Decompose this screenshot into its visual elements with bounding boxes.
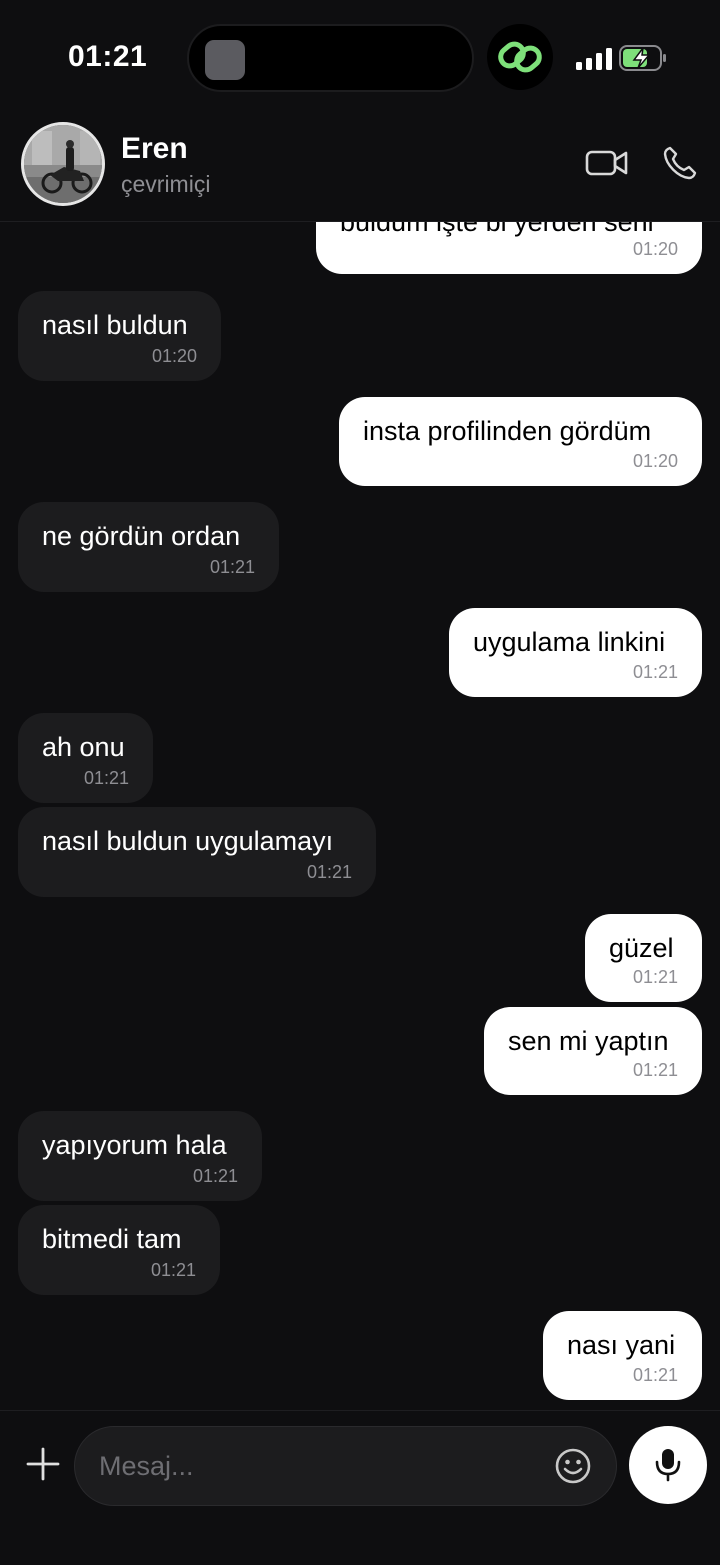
message-time: 01:21 [150,1260,196,1280]
dynamic-island [187,24,474,92]
message-time: 01:20 [632,451,678,471]
message-bubble-outgoing[interactable]: insta profilinden gördüm 01:20 [339,397,702,486]
message-bubble-incoming[interactable]: nasıl buldun 01:20 [18,291,221,381]
video-camera-icon[interactable] [585,148,629,178]
message-time: 01:20 [151,346,197,366]
microphone-button[interactable] [629,1426,707,1504]
message-time: 01:21 [632,1365,678,1385]
plus-icon[interactable] [24,1445,62,1483]
message-list[interactable]: buldum işte bi yerden seni 01:20 nasıl b… [0,222,720,1410]
message-time: 01:20 [632,239,678,259]
message-bubble-outgoing[interactable]: uygulama linkini 01:21 [449,608,702,697]
message-field[interactable] [74,1426,617,1506]
battery-charging-icon [619,45,666,71]
chat-header: Eren çevrimiçi [0,110,720,222]
live-activity-app-icon [205,40,245,80]
message-bubble-incoming[interactable]: nasıl buldun uygulamayı 01:21 [18,807,376,897]
message-text: nası yani [567,1330,676,1360]
message-text: yapıyorum hala [42,1130,227,1160]
composer-bar [0,1410,720,1565]
message-bubble-outgoing[interactable]: güzel 01:21 [585,914,702,1002]
link-activity-icon [487,24,553,90]
message-bubble-incoming[interactable]: ah onu 01:21 [18,713,153,803]
message-time: 01:21 [632,662,678,682]
status-time: 01:21 [68,40,148,73]
status-bar: 01:21 [0,0,720,110]
contact-avatar[interactable] [21,122,105,206]
message-text: buldum işte bi yerden seni [340,222,654,237]
microphone-icon [655,1449,681,1482]
message-text: nasıl buldun [42,310,188,340]
message-time: 01:21 [632,967,678,987]
message-time: 01:21 [632,1060,678,1080]
message-bubble-incoming[interactable]: yapıyorum hala 01:21 [18,1111,262,1201]
phone-icon[interactable] [662,145,698,181]
message-text: insta profilinden gördüm [363,416,652,446]
contact-status: çevrimiçi [121,171,211,197]
message-bubble-incoming[interactable]: bitmedi tam 01:21 [18,1205,220,1295]
cellular-signal-icon [576,48,612,70]
contact-name[interactable]: Eren [121,132,188,166]
message-text: sen mi yaptın [508,1026,669,1056]
message-bubble-outgoing[interactable]: buldum işte bi yerden seni 01:20 [316,222,702,274]
message-bubble-outgoing[interactable]: nası yani 01:21 [543,1311,702,1400]
message-time: 01:21 [306,862,352,882]
message-text: güzel [609,933,674,963]
message-bubble-incoming[interactable]: ne gördün ordan 01:21 [18,502,279,592]
message-time: 01:21 [209,557,255,577]
smiley-icon[interactable] [554,1447,592,1485]
message-text: nasıl buldun uygulamayı [42,826,334,856]
message-bubble-outgoing[interactable]: sen mi yaptın 01:21 [484,1007,702,1095]
message-text: ah onu [42,732,125,762]
message-text: bitmedi tam [42,1224,182,1254]
message-text: uygulama linkini [473,627,666,657]
message-time: 01:21 [83,768,129,788]
message-input[interactable] [99,1427,539,1505]
message-time: 01:21 [192,1166,238,1186]
message-text: ne gördün ordan [42,521,241,551]
